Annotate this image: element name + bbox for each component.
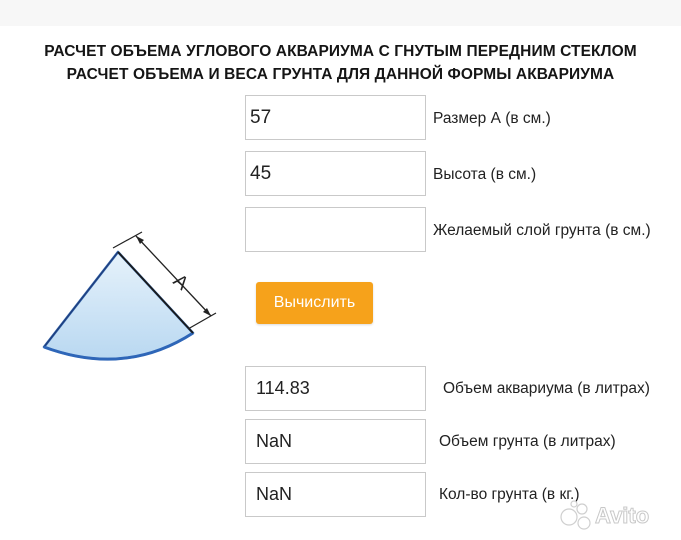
height-input[interactable]	[245, 151, 426, 196]
soil-volume-output[interactable]	[245, 419, 426, 464]
height-label: Высота (в см.)	[433, 166, 537, 183]
page-subtitle: РАСЧЕТ ОБЪЕМА И ВЕСА ГРУНТА ДЛЯ ДАННОЙ Ф…	[66, 66, 615, 83]
volume-label: Объем аквариума (в литрах)	[443, 380, 650, 397]
page-header: РАСЧЕТ ОБЪЕМА УГЛОВОГО АКВАРИУМА С ГНУТЫ…	[0, 40, 681, 86]
soil-layer-label: Желаемый слой грунта (в см.)	[433, 222, 651, 239]
avito-logo-icon: Avito	[560, 500, 650, 530]
aquarium-shape	[42, 250, 195, 361]
aquarium-diagram-icon: A	[42, 231, 217, 361]
extension-line-2	[187, 312, 217, 330]
top-bar	[0, 0, 681, 26]
soil-volume-label: Объем грунта (в литрах)	[439, 433, 616, 450]
soil-layer-input[interactable]	[245, 207, 426, 252]
size-a-input[interactable]	[245, 95, 426, 140]
volume-output[interactable]	[245, 366, 426, 411]
soil-weight-output[interactable]	[245, 472, 426, 517]
extension-line-1	[112, 231, 143, 249]
watermark-text: Avito	[595, 503, 649, 528]
calculate-button[interactable]: Вычислить	[256, 282, 373, 324]
size-a-label: Размер А (в см.)	[433, 110, 551, 127]
page-title: РАСЧЕТ ОБЪЕМА УГЛОВОГО АКВАРИУМА С ГНУТЫ…	[44, 43, 637, 60]
